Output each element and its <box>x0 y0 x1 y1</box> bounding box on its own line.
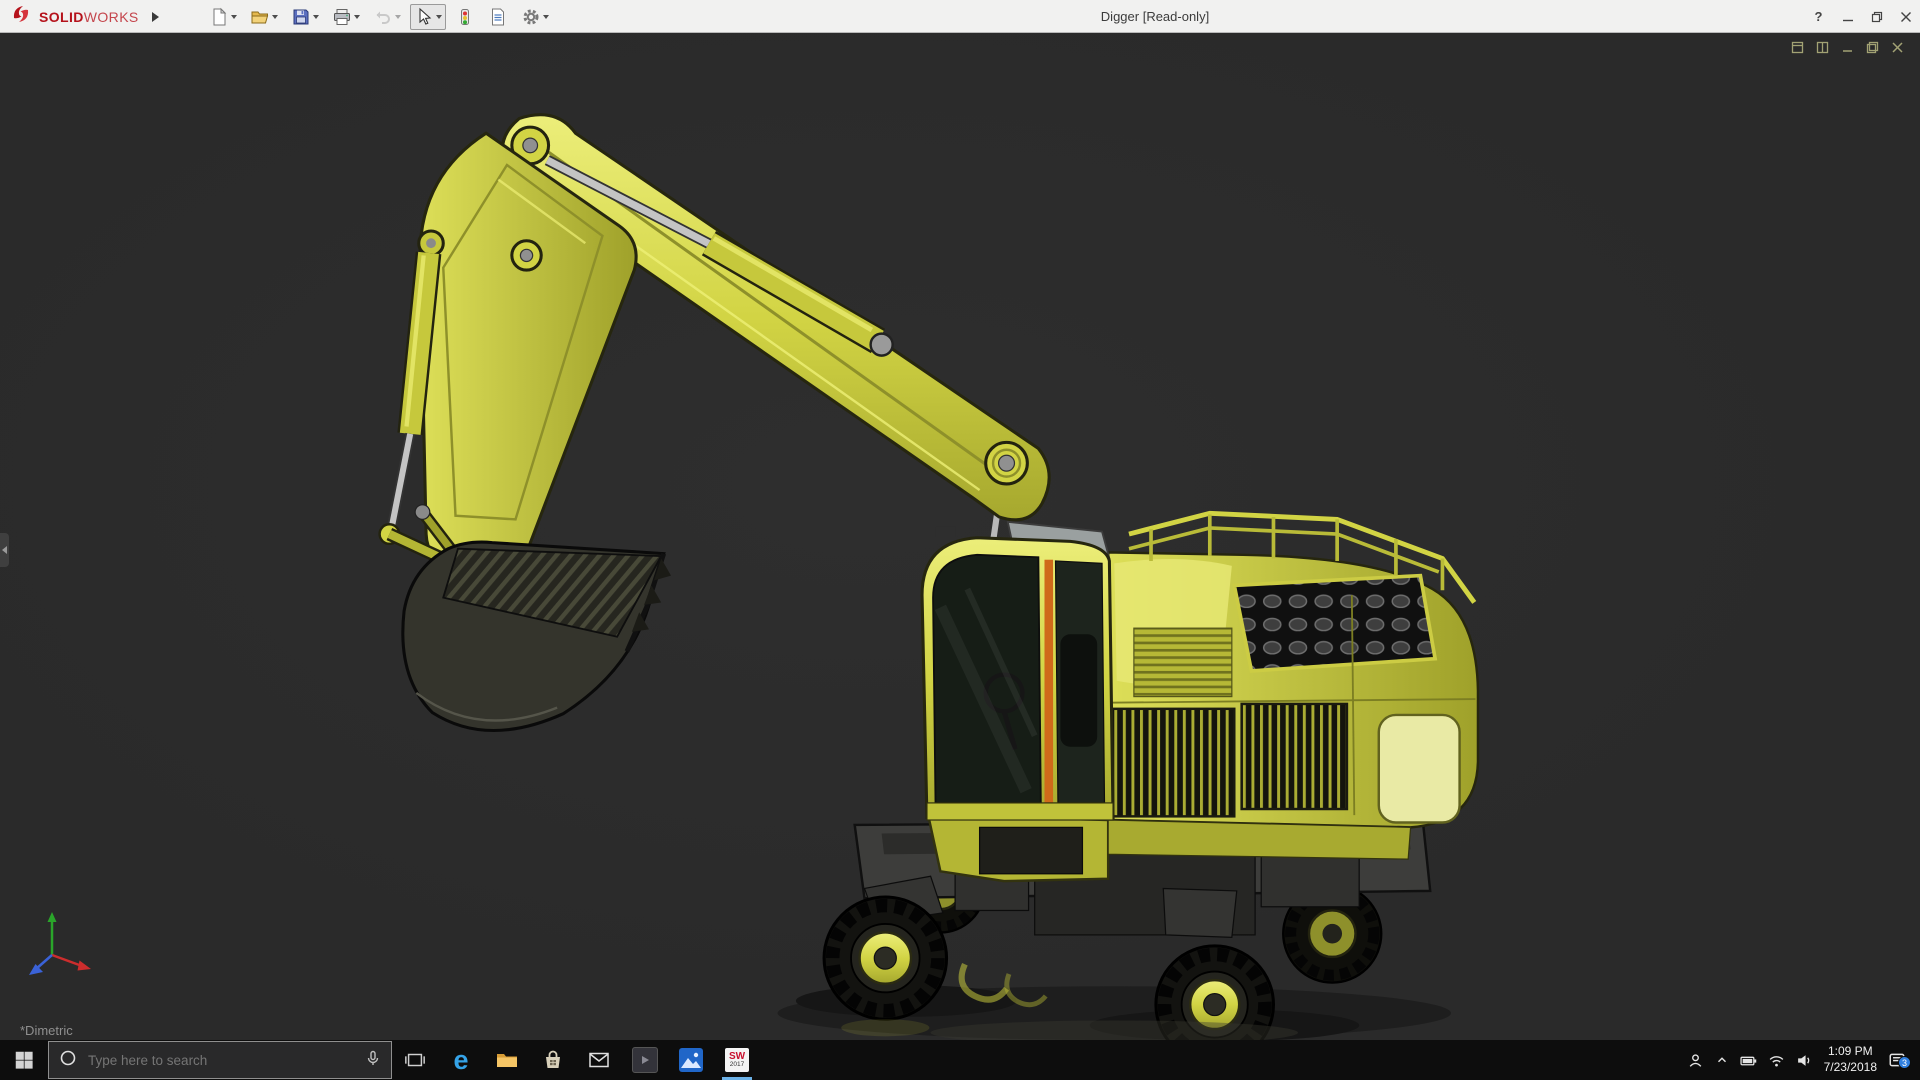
edge-icon: e <box>453 1044 469 1075</box>
bucket <box>401 540 672 733</box>
folder-icon <box>497 1054 517 1067</box>
media-app-button[interactable] <box>622 1040 668 1080</box>
task-view-button[interactable] <box>392 1040 438 1080</box>
doc-restore-button[interactable] <box>1866 41 1879 59</box>
chevron-left-icon <box>2 546 7 554</box>
tray-date: 7/23/2018 <box>1823 1060 1877 1074</box>
open-button[interactable] <box>246 4 282 30</box>
doc-minimize-button[interactable] <box>1841 41 1854 59</box>
task-view-icon <box>405 1053 425 1067</box>
chevron-down-icon <box>272 14 278 19</box>
window-title: Digger [Read-only] <box>1100 9 1210 24</box>
new-document-icon <box>213 7 227 25</box>
mail-button[interactable] <box>576 1040 622 1080</box>
print-button[interactable] <box>328 4 364 30</box>
solidworks-logo: SOLIDWORKS <box>39 8 139 25</box>
main-toolbar <box>205 0 553 33</box>
chevron-up-icon <box>1717 1057 1726 1063</box>
photos-app-button[interactable] <box>668 1040 714 1080</box>
doc-tab-icon-1[interactable] <box>1791 41 1804 59</box>
doc-tab-icon-2[interactable] <box>1816 41 1829 59</box>
clock[interactable]: 1:09 PM 7/23/2018 <box>1824 1044 1877 1075</box>
open-folder-icon <box>251 11 269 23</box>
shopping-bag-icon <box>546 1050 560 1068</box>
chevron-down-icon <box>395 14 401 19</box>
chevron-down-icon <box>313 14 319 19</box>
file-properties-button[interactable] <box>484 4 512 30</box>
windows-logo-icon <box>15 1051 33 1069</box>
search-box[interactable] <box>48 1041 392 1079</box>
battery-button[interactable] <box>1740 1052 1757 1069</box>
restore-icon <box>1871 11 1882 22</box>
people-icon <box>1689 1053 1701 1067</box>
chevron-down-icon <box>354 14 360 19</box>
front-wheel <box>822 895 949 1021</box>
envelope-icon <box>589 1052 609 1068</box>
media-app-icon <box>632 1047 658 1073</box>
save-icon <box>293 9 309 24</box>
cab <box>920 520 1115 821</box>
rebuild-icon <box>461 8 469 25</box>
close-button[interactable] <box>1891 0 1920 33</box>
search-input[interactable] <box>86 1051 356 1069</box>
edge-app-button[interactable]: e <box>438 1040 484 1080</box>
solidworks-app-icon: SW 2017 <box>725 1048 749 1072</box>
system-tray: 1:09 PM 7/23/2018 3 <box>1687 1040 1920 1080</box>
battery-icon <box>1740 1056 1756 1065</box>
close-icon <box>1900 11 1911 22</box>
help-button[interactable]: ? <box>1804 0 1833 33</box>
rebuild-button[interactable] <box>451 4 479 30</box>
excavator-model[interactable] <box>0 33 1920 1067</box>
ds-logo-icon <box>10 3 32 30</box>
notification-badge: 3 <box>1898 1056 1911 1069</box>
volume-button[interactable] <box>1796 1052 1813 1069</box>
photos-app-icon <box>679 1048 703 1072</box>
start-button[interactable] <box>0 1040 48 1080</box>
print-icon <box>334 8 350 25</box>
view-orientation-label: *Dimetric <box>20 1023 73 1038</box>
store-button[interactable] <box>530 1040 576 1080</box>
chevron-down-icon <box>231 14 237 19</box>
cortana-icon <box>59 1049 77 1072</box>
viewport-canvas[interactable]: *Dimetric <box>0 33 1920 1067</box>
save-button[interactable] <box>287 4 323 30</box>
restore-button[interactable] <box>1862 0 1891 33</box>
microphone-icon[interactable] <box>365 1050 381 1071</box>
network-button[interactable] <box>1768 1052 1785 1069</box>
people-button[interactable] <box>1687 1052 1704 1069</box>
select-button[interactable] <box>410 3 446 30</box>
file-properties-icon <box>492 8 504 25</box>
file-explorer-button[interactable] <box>484 1040 530 1080</box>
undo-button[interactable] <box>369 4 405 30</box>
taskbar: e SW 2017 <box>0 1040 1920 1080</box>
solidworks-app-button[interactable]: SW 2017 <box>714 1040 760 1080</box>
select-cursor-icon <box>419 7 432 25</box>
show-hidden-icons-button[interactable] <box>1715 1053 1729 1067</box>
speaker-icon <box>1797 1054 1809 1066</box>
orientation-triad-icon <box>22 903 102 988</box>
task-pane-tab[interactable] <box>0 533 9 567</box>
minimize-icon <box>1842 19 1853 21</box>
document-window-controls <box>1791 41 1904 59</box>
new-document-button[interactable] <box>205 4 241 30</box>
toolbar-flyout-arrow-icon[interactable] <box>151 11 159 22</box>
undo-icon <box>376 11 390 24</box>
chevron-down-icon <box>436 14 442 19</box>
network-icon <box>1769 1055 1783 1066</box>
tray-time: 1:09 PM <box>1827 1044 1873 1059</box>
doc-close-button[interactable] <box>1891 41 1904 59</box>
minimize-button[interactable] <box>1833 0 1862 33</box>
action-center-button[interactable]: 3 <box>1888 1051 1911 1069</box>
titlebar: SOLIDWORKS Digger [Read-only] ? <box>0 0 1920 33</box>
